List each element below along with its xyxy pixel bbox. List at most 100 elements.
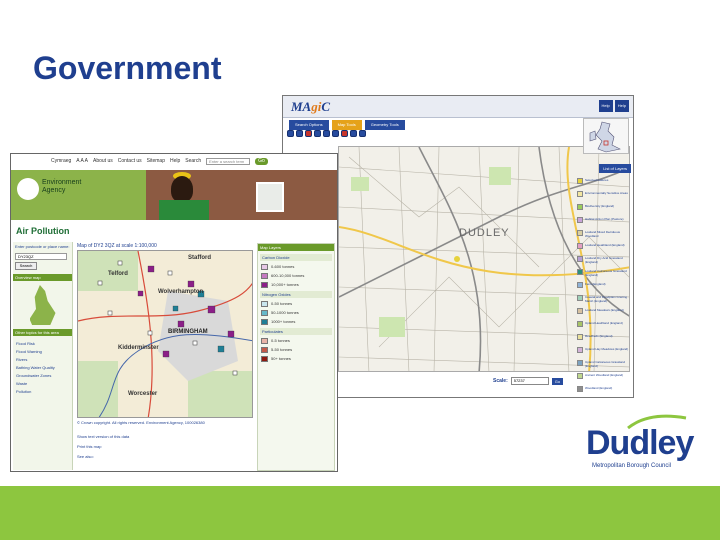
legend-row: 10,000+ tonnes (261, 281, 331, 288)
topic-link[interactable]: Waste (13, 380, 72, 388)
legend-swatch (577, 386, 583, 392)
dudley-logo: Dudley Metropolitan Borough Council (586, 414, 694, 474)
legend-item[interactable]: Lowland Mixed Deciduous Woodland (577, 230, 631, 240)
legend-item[interactable]: Upland Calcareous Grassland (England) (577, 360, 631, 370)
legend-item[interactable]: Fens (England) (577, 282, 631, 292)
banner-bin-image (159, 200, 209, 220)
scale-input[interactable]: 57237 (510, 377, 549, 385)
legend-item[interactable]: Lowland Heathland (England) (577, 243, 631, 253)
nav-cymraeg[interactable]: Cymraeg (51, 158, 71, 165)
nav-text-size[interactable]: A A A (76, 158, 88, 165)
legend-label: 600-10,000 tonnes (271, 273, 305, 278)
nav-search-label: Search (185, 158, 202, 164)
topic-link[interactable]: Flood Warning (13, 348, 72, 356)
legend-label: Reedbeds (England) (585, 334, 613, 338)
magic-header: MAgiC Help Help (283, 96, 633, 118)
legend-group-title[interactable]: Carbon Dioxide (260, 254, 332, 261)
identify-icon[interactable] (314, 130, 321, 137)
legend-swatch (577, 178, 583, 184)
legend-item[interactable]: Lowland Calcareous Grassland (England) (577, 269, 631, 279)
legend-item[interactable]: Lowland Dry Acid Grassland (England) (577, 256, 631, 266)
legend-item[interactable]: Habitat Action Plan (Pasture) (577, 217, 631, 227)
uk-outline-icon (589, 121, 621, 153)
city-label: Worcester (128, 391, 158, 397)
legend-label: Lowland Meadows (England) (585, 308, 624, 312)
legend-label: Upland Calcareous Grassland (England) (585, 360, 626, 368)
legend-label: 50-1000 tonnes (271, 310, 299, 315)
topic-link[interactable]: Flood Risk (13, 340, 72, 348)
legend-item[interactable]: Upland Heathland (England) (577, 321, 631, 331)
magic-logo: MAgiC (291, 99, 330, 115)
help-icon[interactable] (341, 130, 348, 137)
legend-swatch (261, 300, 268, 307)
legend-row: 5-50 tonnes (261, 346, 331, 353)
postcode-input[interactable]: DY23QZ (15, 253, 67, 260)
tab-map-tools[interactable]: Map Tools (331, 120, 362, 130)
ea-logo-text-2: Agency (42, 187, 66, 194)
environment-agency-window: Cymraeg A A A About us Contact us Sitema… (10, 153, 338, 472)
legend-item[interactable]: Environmentally Sensitive Areas (577, 191, 631, 201)
layers-icon[interactable] (350, 130, 357, 137)
legend-group-title[interactable]: Nitrogen Oxides (260, 291, 332, 298)
magic-help-button[interactable]: Help (598, 100, 613, 112)
topic-link[interactable]: Rivers (13, 356, 72, 364)
legend-swatch (577, 191, 583, 197)
ea-logo[interactable]: Environment Agency (11, 170, 146, 220)
legend-item[interactable]: Lowland Meadows (England) (577, 308, 631, 318)
legend-label: Coastal and Floodplain Grazing Marsh (En… (585, 295, 628, 303)
legend-swatch (577, 360, 583, 366)
legend-swatch (261, 355, 268, 362)
legend-swatch (577, 373, 583, 379)
zoom-out-icon[interactable] (296, 130, 303, 137)
pan-icon[interactable] (305, 130, 312, 137)
legend-label: Woodland (England) (585, 386, 613, 390)
topic-link[interactable]: Pollution (13, 388, 72, 396)
legend-label: Biodiversity (England) (585, 204, 615, 208)
nav-about-us[interactable]: About us (93, 158, 113, 165)
magic-logo-main: MA (291, 99, 312, 114)
magic-legend: Selected features Environmentally Sensiti… (577, 178, 631, 397)
ea-search-input[interactable]: Enter a search term (206, 158, 251, 165)
ea-search-go-button[interactable]: Go (255, 158, 268, 165)
postcode-prompt: Enter postcode or place name: (15, 244, 70, 249)
nav-sitemap[interactable]: Sitemap (147, 158, 165, 165)
england-map-icon[interactable] (29, 285, 56, 325)
legend-swatch (577, 295, 583, 301)
legend-swatch (577, 243, 583, 249)
magic-help-button-2[interactable]: Help (614, 100, 629, 112)
legend-label: Upland Hay Meadows (England) (585, 347, 629, 351)
query-icon[interactable] (359, 130, 366, 137)
ea-sidebar: Enter postcode or place name: DY23QZ Sea… (13, 242, 73, 470)
ea-pollution-map[interactable]: Wolverhampton Telford BIRMINGHAM Kidderm… (77, 250, 253, 418)
legend-row: 0-5 tonnes (261, 337, 331, 344)
text-version-link[interactable]: Show text version of this data (77, 432, 129, 442)
measure-icon[interactable] (323, 130, 330, 137)
scale-go-button[interactable]: Go (551, 377, 564, 385)
list-of-layers-button[interactable]: List of Layers (599, 164, 631, 173)
legend-item[interactable]: Upland Hay Meadows (England) (577, 347, 631, 357)
legend-label: Lowland Dry Acid Grassland (England) (585, 256, 623, 264)
postcode-search-button[interactable]: Search (15, 262, 37, 270)
zoom-in-icon[interactable] (287, 130, 294, 137)
legend-item[interactable]: Selected features (577, 178, 631, 188)
legend-group-title[interactable]: Particulates (260, 328, 332, 335)
legend-item[interactable]: Reedbeds (England) (577, 334, 631, 344)
topic-link[interactable]: Bathing Water Quality (13, 364, 72, 372)
legend-item[interactable]: Coastal and Floodplain Grazing Marsh (En… (577, 295, 631, 305)
legend-item[interactable]: Ancient Woodland (England) (577, 373, 631, 383)
legend-item[interactable]: Woodland (England) (577, 386, 631, 396)
overview-minimap[interactable] (583, 118, 629, 154)
tab-search-options[interactable]: Search Options (289, 120, 329, 130)
print-map-link[interactable]: Print this map (77, 442, 129, 452)
legend-label: 0-5 tonnes (271, 338, 290, 343)
legend-label: 0-600 tonnes (271, 264, 295, 269)
tab-geometry-tools[interactable]: Geometry Tools (364, 120, 405, 130)
print-icon[interactable] (332, 130, 339, 137)
legend-row: 1000+ tonnes (261, 318, 331, 325)
nav-contact-us[interactable]: Contact us (118, 158, 142, 165)
topic-link[interactable]: Groundwater Zones (13, 372, 72, 380)
nav-help[interactable]: Help (170, 158, 180, 165)
selected-feature-marker[interactable] (454, 256, 460, 262)
legend-item[interactable]: Biodiversity (England) (577, 204, 631, 214)
legend-swatch (577, 230, 583, 236)
